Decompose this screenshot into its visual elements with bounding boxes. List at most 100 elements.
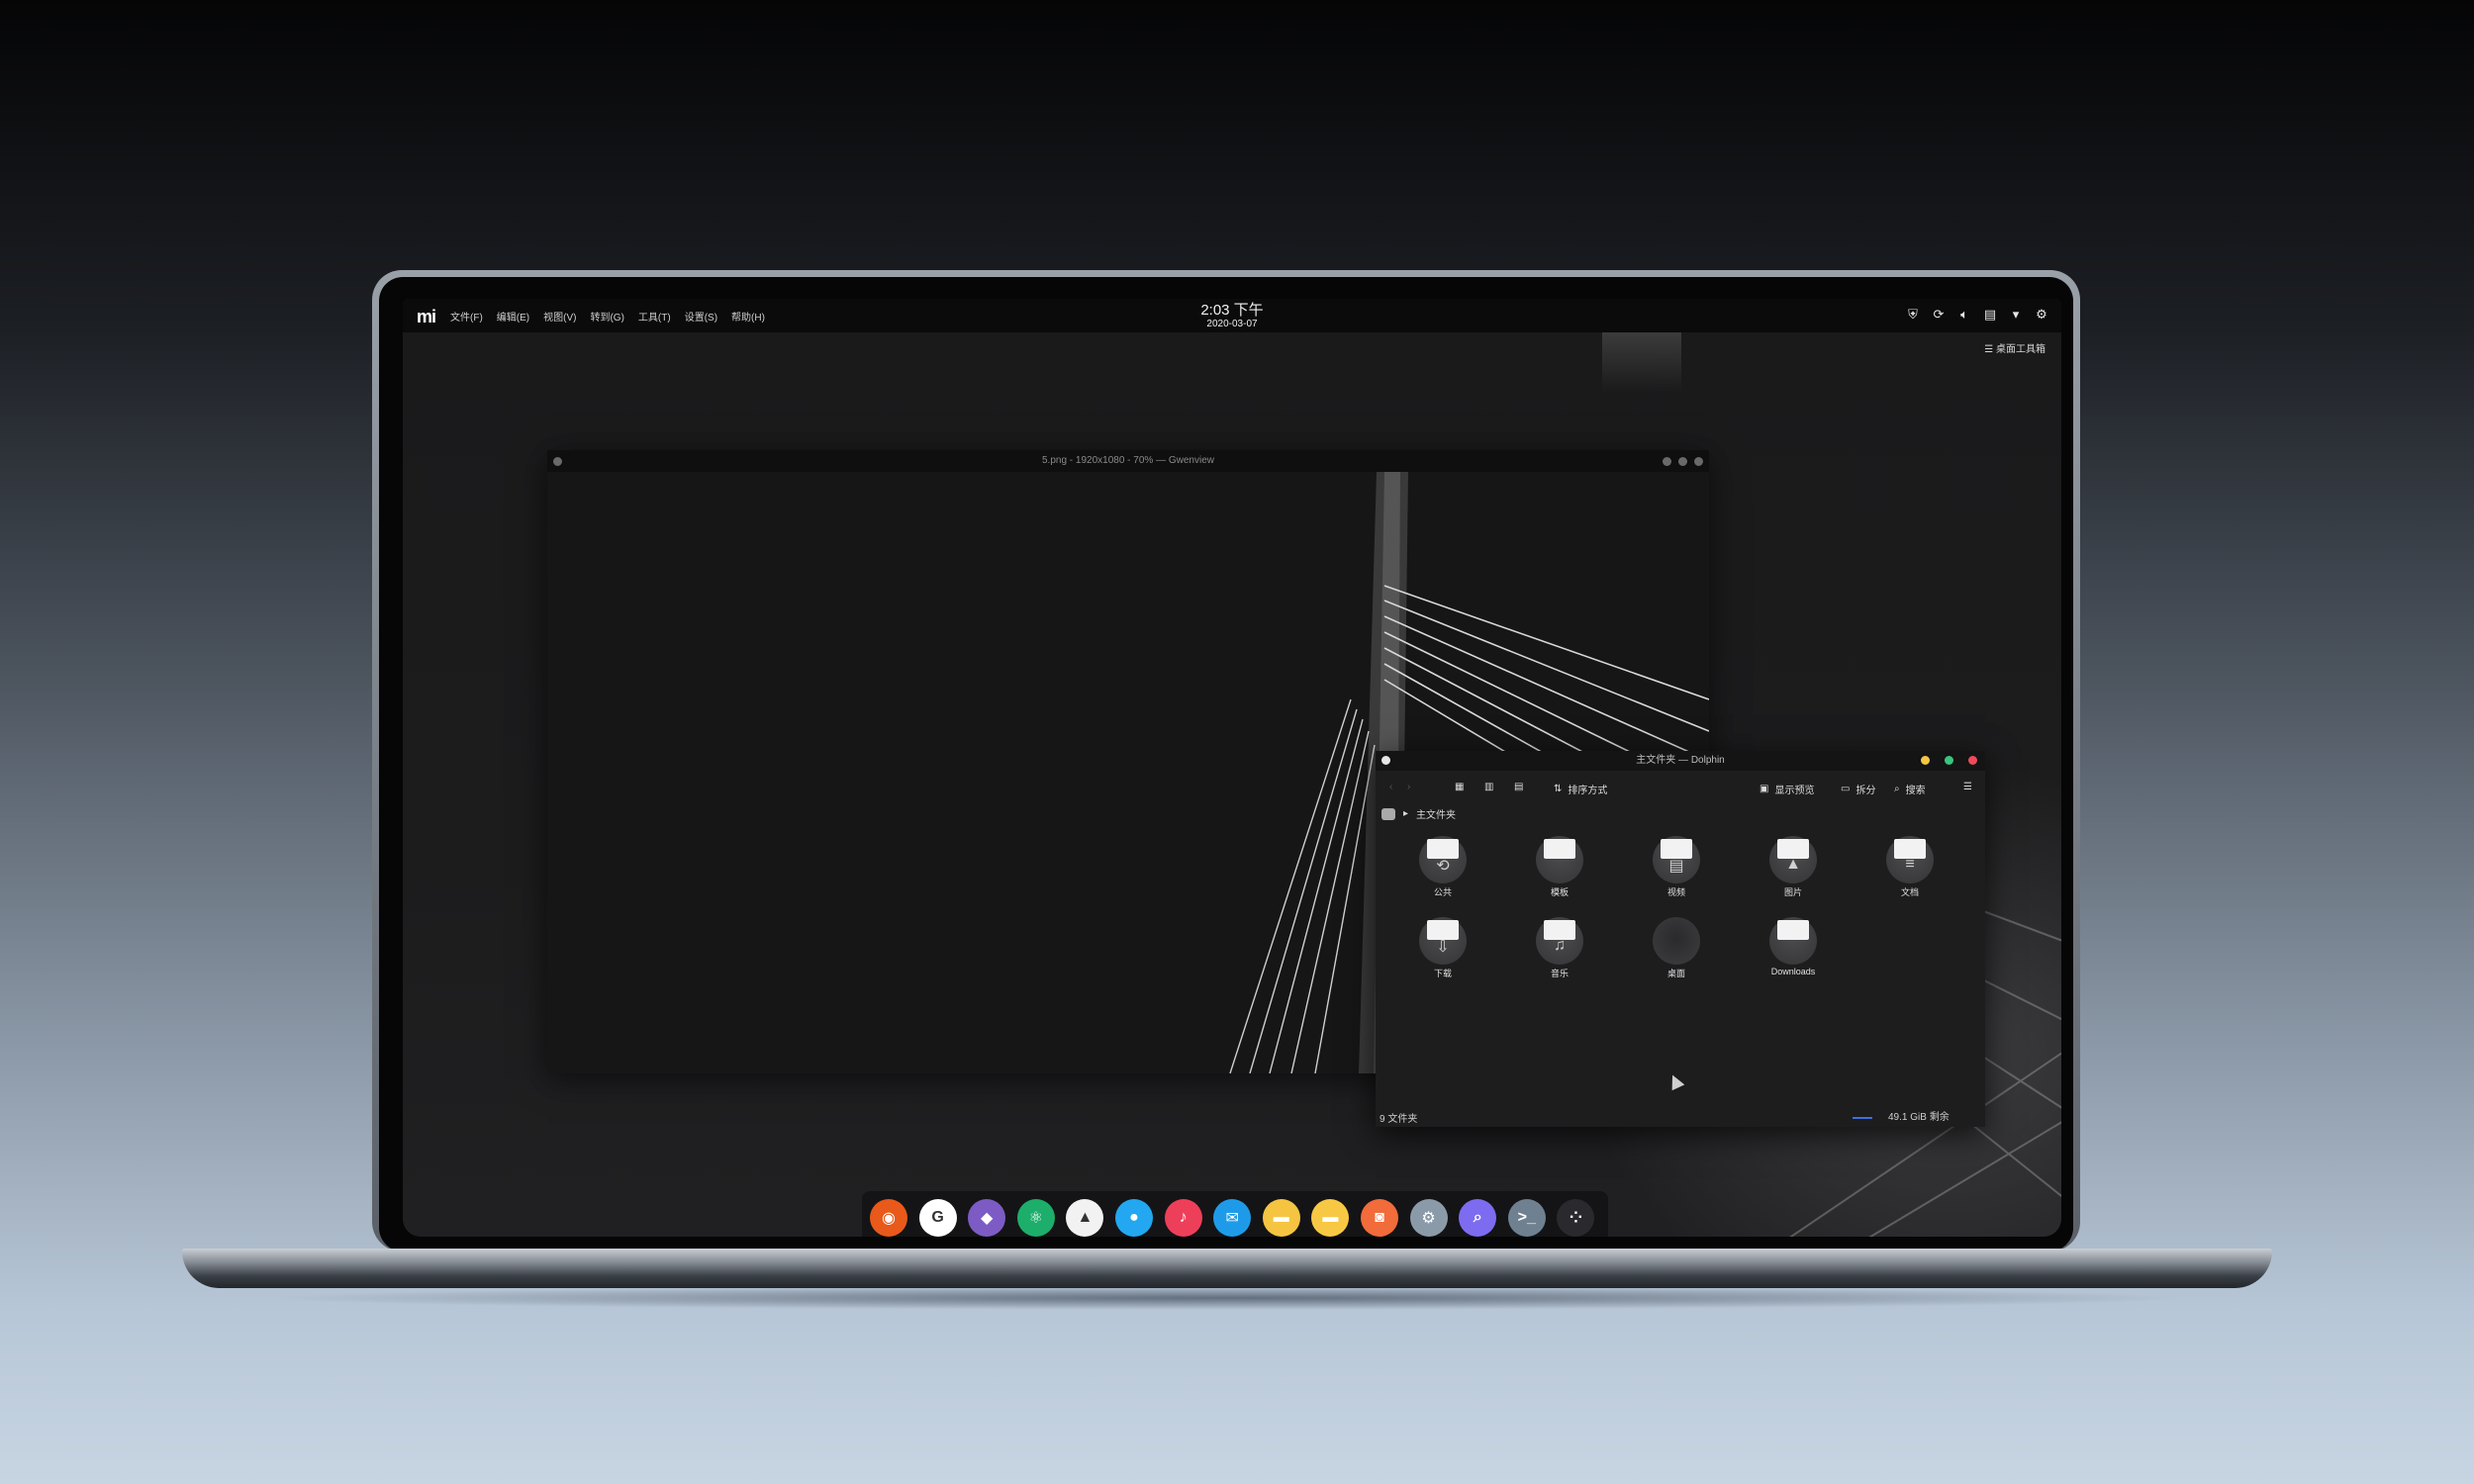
folder-label: Downloads (1770, 967, 1816, 976)
music-app-icon[interactable]: ♪ (1164, 1199, 1202, 1237)
laptop-shadow (257, 1286, 2197, 1310)
sort-label: 排序方式 (1568, 786, 1608, 796)
folder-label: 公共 (1433, 887, 1452, 897)
laptop-bezel: mi 文件(F) 编辑(E) 视图(V) 转到(G) 工具(T) 设置(S) 帮… (379, 277, 2073, 1252)
folder-label: 视频 (1666, 887, 1685, 897)
folder-label: 下载 (1433, 969, 1452, 978)
folder-desktop[interactable]: 桌面 (1637, 917, 1716, 979)
search-app-icon[interactable]: ⌕ (1459, 1199, 1497, 1237)
toolbox-menu-icon: ☰ (1984, 344, 1996, 355)
folder-pictures[interactable]: ▲ 图片 (1754, 836, 1833, 898)
folder-music[interactable]: ♫ 音乐 (1520, 917, 1599, 979)
folder-label: 模板 (1550, 887, 1569, 897)
home-icon[interactable] (1381, 807, 1395, 820)
terminal-icon[interactable]: >_ (1507, 1199, 1546, 1237)
image-icon: ▲ (1769, 836, 1817, 883)
search-label: 搜索 (1905, 786, 1926, 796)
dolphin-title: 主文件夹 — Dolphin (1636, 755, 1725, 766)
search-button[interactable]: ⌕ 搜索 (1894, 782, 1926, 796)
download-icon: ⇩ (1419, 917, 1467, 965)
clock[interactable]: 2:03 下午 2020-03-07 (403, 303, 2061, 330)
preview-button[interactable]: ▣ 显示预览 (1760, 782, 1814, 796)
folder-videos[interactable]: ▤ 视频 (1637, 836, 1716, 898)
close-button[interactable] (1694, 457, 1703, 466)
folder-label: 桌面 (1666, 969, 1685, 978)
files-icon[interactable]: ▬ (1262, 1199, 1300, 1237)
clock-date: 2020-03-07 (1206, 319, 1258, 329)
folder-documents[interactable]: ≡ 文档 (1870, 836, 1950, 898)
compact-view-icon[interactable]: ▥ (1484, 782, 1493, 792)
folder-downloads-cn[interactable]: ⇩ 下载 (1403, 917, 1482, 979)
close-button[interactable] (1968, 756, 1977, 765)
clock-time: 2:03 下午 (1200, 302, 1264, 319)
share-icon: ⟲ (1419, 836, 1467, 883)
mail-icon[interactable]: ✉ (1213, 1199, 1252, 1237)
free-space-bar[interactable] (1853, 1117, 1872, 1119)
maximize-button[interactable] (1678, 457, 1687, 466)
hamburger-menu-icon[interactable]: ☰ (1963, 782, 1972, 792)
system-settings-icon[interactable]: ⚙ (1409, 1199, 1448, 1237)
sync-icon[interactable]: ⟳ (1931, 307, 1947, 323)
shield-icon[interactable]: ⛨ (1905, 307, 1921, 323)
folder-label: 文档 (1900, 887, 1919, 897)
back-icon[interactable]: ‹ (1389, 782, 1392, 792)
preview-icon: ▣ (1760, 784, 1769, 794)
notes-icon[interactable]: ▬ (1311, 1199, 1350, 1237)
maximize-button[interactable] (1945, 756, 1953, 765)
split-button[interactable]: ▭ 拆分 (1841, 782, 1875, 796)
dolphin-window: 主文件夹 — Dolphin ‹ › ▦ ▥ ▤ ⇅ 排序方式 ▣ 显示预览 ▭ 拆分… (1376, 751, 1985, 1127)
breadcrumb-arrow-icon: ▸ (1403, 808, 1409, 819)
inkscape-icon[interactable]: ▲ (1066, 1199, 1104, 1237)
minimize-button[interactable] (1663, 457, 1671, 466)
folder-label: 图片 (1783, 887, 1802, 897)
split-icon: ▭ (1841, 784, 1851, 794)
forward-icon[interactable]: › (1407, 782, 1410, 792)
settings-icon[interactable]: ⚙ (2034, 307, 2049, 323)
system-tray: ⛨ ⟳ 🔈︎ ▤ ▾ ⚙ (1905, 307, 2049, 323)
video-icon: ▤ (1653, 836, 1700, 883)
folder-public[interactable]: ⟲ 公共 (1403, 836, 1482, 898)
dropdown-icon[interactable]: ▾ (2008, 307, 2024, 323)
google-icon[interactable]: G (918, 1199, 957, 1237)
folder-downloads[interactable]: Downloads (1754, 917, 1833, 976)
gwenview-titlebar[interactable]: 5.png - 1920x1080 - 70% — Gwenview (547, 450, 1709, 472)
breadcrumb: ▸ 主文件夹 (1381, 806, 1456, 821)
details-view-icon[interactable]: ▤ (1514, 782, 1523, 792)
template-icon (1536, 836, 1583, 883)
desktop-screen: mi 文件(F) 编辑(E) 视图(V) 转到(G) 工具(T) 设置(S) 帮… (403, 299, 2061, 1237)
dolphin-titlebar[interactable]: 主文件夹 — Dolphin (1376, 751, 1985, 771)
dock: ◉ G ◆ ⚛ ▲ ● ♪ ✉ ▬ ▬ ◙ ⚙ ⌕ >_ ⁘ (862, 1191, 1608, 1237)
split-label: 拆分 (1856, 786, 1876, 796)
clipboard-icon[interactable]: ▤ (1982, 307, 1998, 323)
wallpaper-light-beam (1602, 332, 1681, 392)
search-icon: ⌕ (1894, 784, 1900, 794)
folder-icon (1769, 917, 1817, 965)
desktop-icon (1653, 917, 1700, 965)
icons-view-icon[interactable]: ▦ (1455, 782, 1464, 792)
status-bar: 9 文件夹 49.1 GiB 剩余 (1376, 1105, 1985, 1127)
folder-label: 音乐 (1550, 969, 1569, 978)
top-panel: mi 文件(F) 编辑(E) 视图(V) 转到(G) 工具(T) 设置(S) 帮… (403, 299, 2061, 332)
launcher-icon[interactable]: ⁘ (1557, 1199, 1595, 1237)
gwenview-title: 5.png - 1920x1080 - 70% — Gwenview (1042, 455, 1214, 466)
store-icon[interactable]: ◙ (1361, 1199, 1398, 1237)
document-icon: ≡ (1886, 836, 1934, 883)
window-menu-button[interactable] (1381, 756, 1390, 765)
desktop-toolbox[interactable]: ☰ 桌面工具箱 (1984, 340, 2046, 355)
preview-label: 显示预览 (1774, 786, 1815, 796)
volume-icon[interactable]: 🔈︎ (1956, 307, 1972, 323)
dolphin-toolbar: ‹ › ▦ ▥ ▤ ⇅ 排序方式 ▣ 显示预览 ▭ 拆分 ⌕ 搜索 ☰ (1376, 771, 1985, 804)
breadcrumb-home[interactable]: 主文件夹 (1416, 806, 1456, 821)
window-menu-button[interactable] (553, 457, 562, 466)
laptop-lid: mi 文件(F) 编辑(E) 视图(V) 转到(G) 工具(T) 设置(S) 帮… (372, 270, 2080, 1252)
folder-count: 9 文件夹 (1380, 1114, 1418, 1125)
sort-button[interactable]: ⇅ 排序方式 (1554, 782, 1607, 796)
laptop-base (182, 1249, 2272, 1288)
qq-icon[interactable]: ● (1115, 1199, 1153, 1237)
atom-icon[interactable]: ⚛ (1016, 1199, 1055, 1237)
minimize-button[interactable] (1921, 756, 1930, 765)
github-icon[interactable]: ◆ (968, 1199, 1006, 1237)
folder-templates[interactable]: 模板 (1520, 836, 1599, 898)
firefox-icon[interactable]: ◉ (870, 1199, 907, 1237)
sort-icon: ⇅ (1554, 784, 1563, 794)
